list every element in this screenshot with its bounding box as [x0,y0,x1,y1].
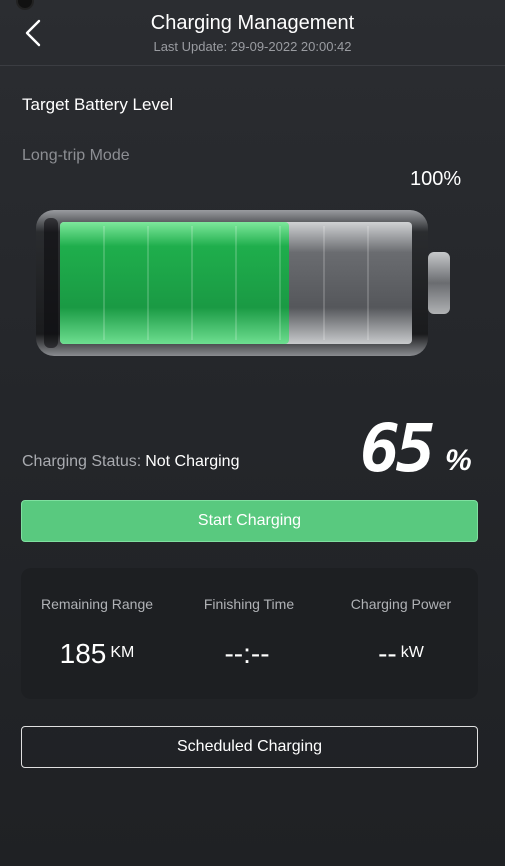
stat-value: 185 KM [21,638,173,670]
stat-value: -- kW [325,638,477,670]
target-battery-title: Target Battery Level [22,95,174,114]
last-update-text: Last Update: 29-09-2022 20:00:42 [153,39,352,54]
stat-charging-power: Charging Power -- kW [325,568,477,699]
mode-label: Long-trip Mode [22,147,130,164]
page-title: Charging Management [150,12,355,34]
charging-status-label: Charging Status: [22,453,142,470]
charging-status-row: Charging Status: Not Charging [22,453,239,471]
battery-level-unit: % [445,444,472,477]
battery-terminal [428,252,450,314]
target-percent: 100% [410,168,462,190]
battery-level-number: 65 [360,410,436,487]
stat-unit: KM [110,644,135,661]
stat-number: -- [378,638,397,669]
battery-level-display: 65 % [318,410,478,487]
stats-card: Remaining Range 185 KM Finishing Time --:… [21,568,478,699]
stat-value: --:-- [173,638,325,670]
start-charging-button[interactable]: Start Charging [21,500,478,542]
stat-remaining-range: Remaining Range 185 KM [21,568,173,699]
stat-label: Remaining Range [40,596,154,612]
stat-label: Finishing Time [203,596,295,612]
stat-number: 185 [59,638,107,669]
stat-number: --:-- [224,638,270,669]
scheduled-charging-button[interactable]: Scheduled Charging [21,726,478,768]
battery-fill [60,222,289,344]
stat-finishing-time: Finishing Time --:-- [173,568,325,699]
charging-status-value: Not Charging [145,453,240,470]
stat-label: Charging Power [350,596,452,612]
battery-left-cap [44,218,58,348]
battery-graphic[interactable] [30,200,460,370]
header-bar: Charging Management Last Update: 29-09-2… [0,0,505,66]
stat-unit: kW [400,644,424,661]
